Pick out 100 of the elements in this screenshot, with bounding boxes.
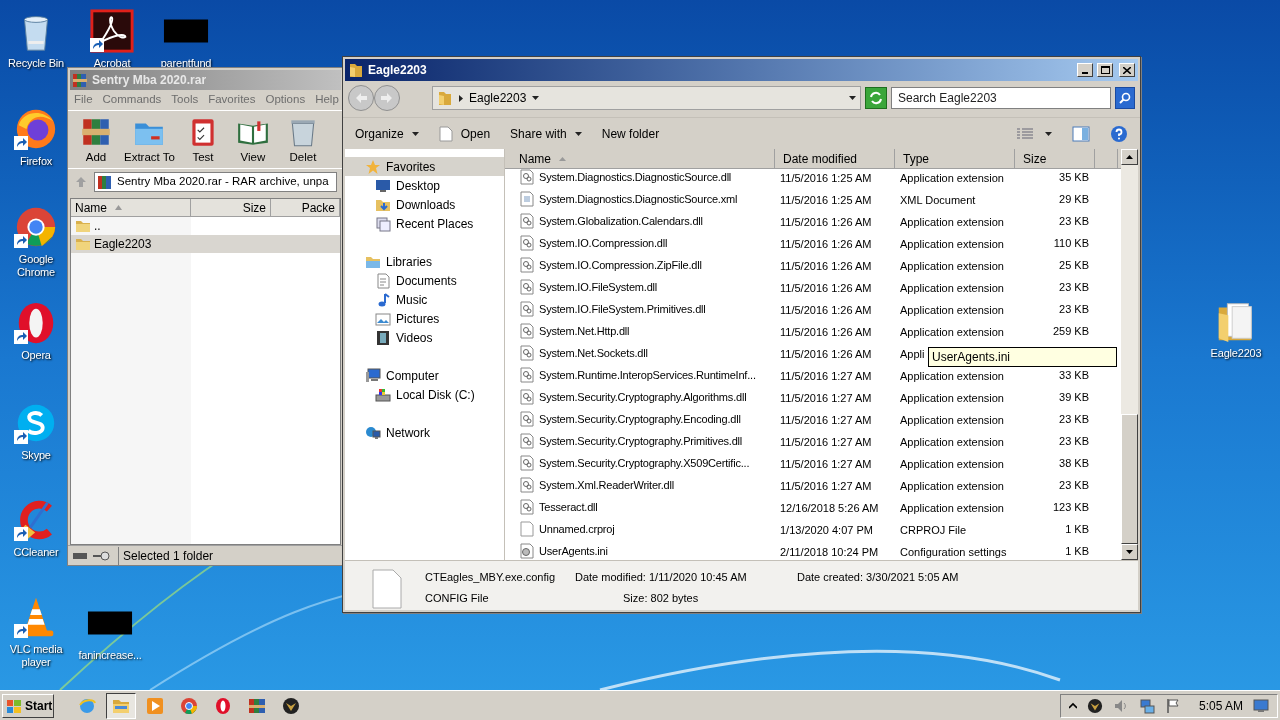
type-cell: Application extension bbox=[900, 392, 1004, 404]
icon-label[interactable]: Skype bbox=[21, 449, 51, 462]
menu-item[interactable]: Commands bbox=[102, 91, 162, 109]
file-size: Size: 802 bytes bbox=[623, 590, 699, 606]
address-field[interactable]: Sentry Mba 2020.rar - RAR archive, unpa bbox=[94, 171, 337, 192]
shortcut-arrow-icon[interactable] bbox=[14, 527, 28, 541]
shortcut-arrow-icon[interactable] bbox=[14, 136, 28, 150]
start-button[interactable]: Start bbox=[2, 693, 54, 718]
file-name[interactable]: System.IO.Compression.ZipFile.dll bbox=[539, 256, 702, 274]
file-name[interactable]: System.Net.Http.dll bbox=[539, 322, 630, 340]
toolbar-button[interactable]: Extract To bbox=[124, 114, 175, 166]
refresh-arrows-icon bbox=[869, 91, 883, 105]
shortcut-arrow-icon[interactable] bbox=[14, 234, 28, 248]
nav-item[interactable]: Network bbox=[345, 423, 504, 442]
nav-item[interactable]: Desktop bbox=[345, 176, 504, 195]
icon-label[interactable]: Opera bbox=[21, 349, 51, 362]
icon-label[interactable]: CCleaner bbox=[13, 546, 59, 559]
scroll-up-button[interactable] bbox=[1121, 149, 1138, 165]
emblem-icon[interactable] bbox=[1086, 697, 1103, 714]
nav-item[interactable]: Downloads bbox=[345, 195, 504, 214]
file-name[interactable]: System.Diagnostics.DiagnosticSource.dll bbox=[539, 168, 732, 186]
taskbar-button[interactable] bbox=[106, 692, 136, 719]
tray-expand-icon[interactable] bbox=[1068, 701, 1077, 710]
nav-item[interactable]: Music bbox=[345, 290, 504, 309]
file-name[interactable]: Unnamed.crproj bbox=[539, 520, 615, 538]
file-name[interactable]: System.Xml.ReaderWriter.dll bbox=[539, 476, 674, 494]
file-row[interactable]: Eagle2203 bbox=[71, 235, 340, 253]
scrollbar-thumb[interactable] bbox=[1121, 414, 1138, 544]
nav-item[interactable]: Videos bbox=[345, 328, 504, 347]
icon-label[interactable]: Recycle Bin bbox=[8, 57, 64, 70]
show-desktop-icon[interactable] bbox=[1253, 698, 1269, 713]
file-name[interactable]: System.Runtime.InteropServices.RuntimeInf... bbox=[539, 366, 756, 384]
icon-label[interactable]: Acrobat bbox=[93, 57, 131, 70]
refresh-button[interactable] bbox=[865, 87, 887, 109]
maximize-button[interactable] bbox=[1097, 63, 1113, 77]
shortcut-arrow-icon[interactable] bbox=[14, 430, 28, 444]
shortcut-arrow-icon[interactable] bbox=[14, 330, 28, 344]
minimize-button[interactable] bbox=[1077, 63, 1093, 77]
file-name[interactable]: System.IO.FileSystem.Primitives.dll bbox=[539, 300, 706, 318]
file-name[interactable]: System.IO.Compression.dll bbox=[539, 234, 668, 252]
icon-label[interactable]: Eagle2203 bbox=[1210, 347, 1262, 360]
flag-icon[interactable] bbox=[1164, 697, 1181, 714]
file-name[interactable]: System.Diagnostics.DiagnosticSource.xml bbox=[539, 190, 738, 208]
file-name[interactable]: System.Security.Cryptography.X509Certific... bbox=[539, 454, 750, 472]
file-name[interactable]: System.Globalization.Calendars.dll bbox=[539, 212, 703, 230]
file-name[interactable]: System.Security.Cryptography.Primitives.dll bbox=[539, 432, 743, 450]
help-icon[interactable] bbox=[1110, 124, 1128, 143]
shortcut-arrow-icon[interactable] bbox=[90, 38, 104, 52]
toolbar-button[interactable]: View bbox=[230, 114, 275, 166]
column-header[interactable]: Size bbox=[191, 199, 271, 217]
clock[interactable]: 5:05 AM bbox=[1198, 696, 1243, 715]
column-header[interactable]: Packe bbox=[271, 199, 340, 217]
column-header[interactable]: Name bbox=[71, 199, 191, 217]
menu-item[interactable]: Tools bbox=[171, 91, 199, 109]
nav-item[interactable]: Libraries bbox=[345, 252, 504, 271]
scroll-down-button[interactable] bbox=[1121, 544, 1138, 560]
file-name[interactable]: System.Net.Sockets.dll bbox=[539, 344, 648, 362]
toolbar-button[interactable]: Delet bbox=[280, 114, 325, 166]
toolbar-button[interactable]: Add bbox=[74, 114, 118, 166]
toolbar-button[interactable]: Test bbox=[180, 114, 225, 166]
search-field[interactable]: Search Eagle2203 bbox=[891, 87, 1111, 109]
nav-item[interactable]: Documents bbox=[345, 271, 504, 290]
network-icon[interactable] bbox=[1138, 697, 1155, 714]
menu-item[interactable]: Favorites bbox=[208, 91, 256, 109]
icon-label[interactable]: Firefox bbox=[19, 155, 53, 168]
menu-item[interactable]: Options bbox=[265, 91, 306, 109]
column-header[interactable]: Type bbox=[895, 149, 1015, 168]
file-row[interactable]: .. bbox=[71, 217, 340, 235]
file-name[interactable]: Tesseract.dll bbox=[539, 498, 598, 516]
date-cell: 11/5/2016 1:27 AM bbox=[780, 458, 872, 470]
column-header[interactable]: Date modified bbox=[775, 149, 895, 168]
command-button[interactable]: Share with bbox=[510, 124, 582, 143]
gear-file-icon bbox=[519, 323, 535, 339]
file-name[interactable]: UserAgents.ini bbox=[539, 542, 608, 560]
forward-button[interactable] bbox=[374, 85, 400, 111]
details-view-icon bbox=[1017, 127, 1033, 140]
search-button[interactable] bbox=[1115, 87, 1135, 109]
size-cell-text: 259 KB bbox=[1052, 323, 1089, 339]
file-name[interactable]: System.Security.Cryptography.Encoding.dll bbox=[539, 410, 741, 428]
command-button[interactable]: Organize bbox=[355, 124, 419, 143]
breadcrumb[interactable]: Eagle2203 bbox=[469, 89, 527, 107]
icon-label[interactable]: Google Chrome bbox=[4, 253, 68, 279]
back-button[interactable] bbox=[348, 85, 374, 111]
nav-item[interactable]: Pictures bbox=[345, 309, 504, 328]
type-cell: Application extension bbox=[900, 172, 1004, 184]
shortcut-arrow-icon[interactable] bbox=[14, 624, 28, 638]
column-header[interactable]: Size bbox=[1015, 149, 1095, 168]
command-button[interactable]: Open bbox=[438, 124, 491, 143]
file-name[interactable]: System.IO.FileSystem.dll bbox=[539, 278, 658, 296]
nav-item[interactable]: Computer bbox=[345, 366, 504, 385]
command-button[interactable]: New folder bbox=[601, 124, 660, 143]
icon-label[interactable]: parentfund bbox=[160, 57, 212, 70]
view-options-button[interactable] bbox=[1017, 127, 1052, 140]
close-button[interactable] bbox=[1119, 63, 1135, 77]
column-header[interactable]: Name bbox=[505, 149, 775, 168]
nav-item[interactable]: Local Disk (C:) bbox=[345, 385, 504, 404]
nav-item[interactable]: Recent Places bbox=[345, 214, 504, 233]
address-bar[interactable]: Eagle2203 bbox=[432, 86, 861, 110]
nav-item[interactable]: Favorites bbox=[345, 157, 504, 176]
file-name[interactable]: System.Security.Cryptography.Algorithms.dll bbox=[539, 388, 747, 406]
